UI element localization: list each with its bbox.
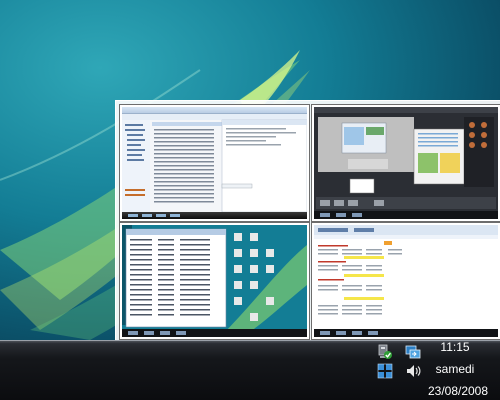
window-thumbnail-photo-editor[interactable]	[312, 105, 500, 221]
window-thumbnail-spreadsheet[interactable]	[312, 223, 500, 339]
volume-icon[interactable]	[405, 363, 421, 379]
window-thumbnail-desktop-list[interactable]	[120, 223, 309, 339]
network-status-icon[interactable]	[377, 344, 393, 360]
photo-editor-content	[314, 107, 498, 219]
thumbnail-taskbar	[122, 212, 307, 219]
clock-time[interactable]: 11:15	[420, 340, 490, 354]
windows-flip-icon[interactable]	[377, 363, 393, 379]
window-switcher-panel	[115, 100, 500, 341]
spreadsheet-content	[314, 225, 498, 337]
desktop-list-content	[122, 225, 307, 337]
thumbnail-title-bar	[122, 107, 307, 114]
taskbar-switch-icon[interactable]	[405, 344, 421, 360]
clock-day[interactable]: samedi	[420, 362, 490, 376]
window-thumbnail-explorer[interactable]	[120, 105, 309, 221]
taskbar: 11:15 samedi 23/08/2008	[0, 340, 500, 400]
explorer-content	[122, 114, 307, 213]
clock-date[interactable]: 23/08/2008	[418, 384, 498, 398]
